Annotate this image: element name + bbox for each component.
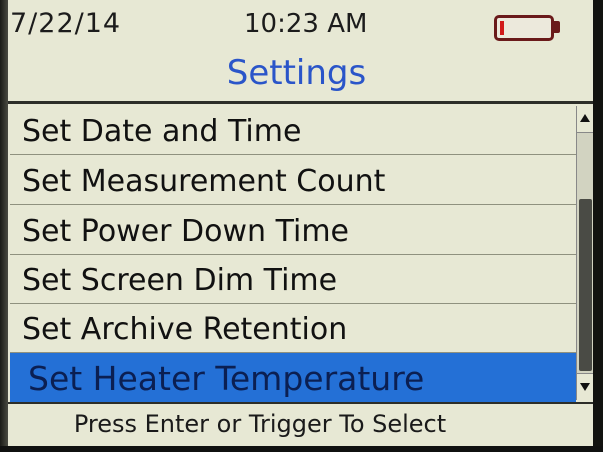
menu-item-set-screen-dim-time[interactable]: Set Screen Dim Time bbox=[10, 254, 576, 304]
battery-level bbox=[500, 21, 504, 35]
menu-item-label: Set Measurement Count bbox=[22, 164, 386, 199]
menu-item-set-archive-retention[interactable]: Set Archive Retention bbox=[10, 303, 576, 353]
arrow-down-icon bbox=[580, 383, 590, 391]
menu-item-set-date-and-time[interactable]: Set Date and Time bbox=[10, 105, 576, 155]
title-divider bbox=[8, 101, 593, 104]
settings-menu: Set Date and Time Set Measurement Count … bbox=[10, 105, 576, 402]
menu-item-label: Set Archive Retention bbox=[22, 312, 348, 347]
menu-item-label: Set Heater Temperature bbox=[28, 359, 425, 398]
menu-item-set-power-down-time[interactable]: Set Power Down Time bbox=[10, 205, 576, 255]
footer-hint: Press Enter or Trigger To Select bbox=[73, 410, 447, 438]
menu-item-set-measurement-count[interactable]: Set Measurement Count bbox=[10, 155, 576, 205]
scroll-up-button[interactable] bbox=[577, 106, 594, 133]
menu-item-set-heater-temperature[interactable]: Set Heater Temperature bbox=[10, 353, 576, 402]
battery-tip bbox=[554, 21, 560, 33]
scroll-thumb[interactable] bbox=[579, 199, 592, 371]
menu-item-label: Set Date and Time bbox=[22, 114, 302, 149]
page-title: Settings bbox=[226, 53, 367, 93]
time-display: 10:23 AM bbox=[244, 9, 368, 39]
scroll-down-button[interactable] bbox=[577, 373, 594, 400]
date-display: 7/22/14 bbox=[10, 8, 122, 39]
menu-item-label: Set Power Down Time bbox=[22, 214, 349, 249]
footer-divider bbox=[8, 402, 593, 404]
status-bar: 7/22/14 10:23 AM bbox=[0, 0, 593, 44]
device-bezel-bottom bbox=[0, 446, 603, 452]
battery-icon bbox=[494, 15, 554, 41]
device-bezel-left bbox=[0, 0, 8, 452]
device-screen: 7/22/14 10:23 AM Settings Set Date and T… bbox=[0, 0, 603, 452]
device-bezel-right bbox=[593, 0, 603, 452]
menu-scrollbar[interactable] bbox=[576, 106, 594, 400]
arrow-up-icon bbox=[580, 114, 590, 122]
menu-item-label: Set Screen Dim Time bbox=[22, 263, 338, 298]
